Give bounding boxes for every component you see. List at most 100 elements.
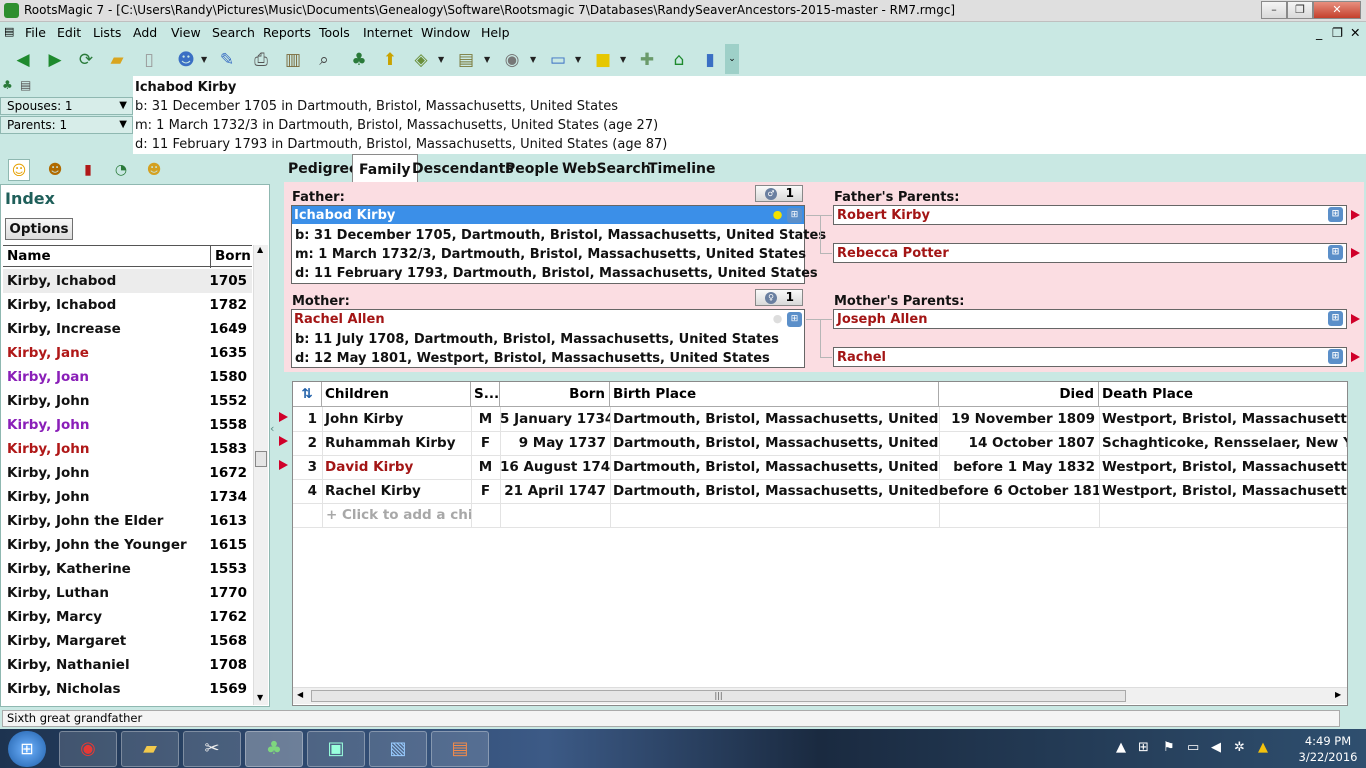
people-index-tab-icon[interactable]: ☺	[8, 159, 30, 181]
child-born-cell[interactable]: 5 January 1734	[500, 407, 610, 431]
child-death-place-cell[interactable]: Westport, Bristol, Massachusetts, United…	[1099, 407, 1347, 431]
options-button[interactable]: Options	[5, 218, 73, 240]
volume-icon[interactable]: ◀	[1211, 740, 1221, 755]
child-descendant-arrow-icon[interactable]	[279, 436, 288, 446]
index-row[interactable]: Kirby, John 1583	[3, 437, 252, 461]
child-descendant-arrow-icon[interactable]	[279, 412, 288, 422]
expand-arrow-icon[interactable]	[1351, 352, 1360, 362]
menu-view[interactable]: View	[171, 25, 201, 40]
child-name-cell[interactable]: John Kirby	[322, 407, 471, 431]
child-died-cell[interactable]: before 6 October 1818	[939, 479, 1099, 503]
child-birth-place-cell[interactable]: Dartmouth, Bristol, Massachusetts, Unite…	[610, 407, 939, 431]
tab-timeline[interactable]: Timeline	[642, 154, 722, 182]
add-person-dropdown-icon[interactable]: ▼	[201, 55, 207, 64]
index-row[interactable]: Kirby, Joan 1580	[3, 365, 252, 389]
menu-internet[interactable]: Internet	[363, 25, 413, 40]
address-dropdown-icon[interactable]: ▼	[575, 55, 581, 64]
index-row[interactable]: Kirby, Jane 1635	[3, 341, 252, 365]
scroll-right-icon[interactable]: ▶	[1335, 690, 1341, 699]
menu-file[interactable]: File	[25, 25, 46, 40]
home-person-icon[interactable]: ⟳	[73, 47, 99, 73]
family-tree-icon[interactable]: ⊞	[1328, 311, 1343, 326]
index-row[interactable]: Kirby, John 1672	[3, 461, 252, 485]
child-death-place-cell[interactable]: Westport, Bristol, Massachusetts, United…	[1099, 455, 1347, 479]
child-birth-place-cell[interactable]: Dartmouth, Bristol, Massachusetts, Unite…	[610, 479, 939, 503]
index-row[interactable]: Kirby, Katherine 1553	[3, 557, 252, 581]
open-folder-icon[interactable]: ▰	[104, 47, 130, 73]
rootsmagic-app-icon[interactable]	[4, 3, 19, 18]
child-born-cell[interactable]: 9 May 1737	[500, 431, 610, 455]
forward-arrow-icon[interactable]: ▶	[42, 47, 68, 73]
menu-search[interactable]: Search	[212, 25, 255, 40]
spouses-dropdown[interactable]: Spouses: 1 ▼	[0, 97, 133, 115]
scroll-left-icon[interactable]: ◀	[297, 690, 303, 699]
child-num-cell[interactable]: 4	[293, 479, 322, 503]
media-camera-icon[interactable]: ◉	[499, 47, 525, 73]
child-name-cell[interactable]: Rachel Kirby	[322, 479, 471, 503]
family-tree-icon[interactable]: ⊞	[787, 312, 802, 327]
edit-notes-icon[interactable]: ▤	[20, 78, 31, 92]
scrollbar-thumb[interactable]: |||	[311, 690, 1126, 702]
child-born-cell[interactable]: 21 April 1747	[500, 479, 610, 503]
index-row[interactable]: Kirby, Luthan 1770	[3, 581, 252, 605]
child-sex-cell[interactable]: F	[471, 479, 500, 503]
child-num-cell[interactable]: 1	[293, 407, 322, 431]
fathers-father-card[interactable]: Robert Kirby ⊞	[833, 205, 1347, 225]
settings-gear-icon[interactable]: ✲	[1234, 740, 1245, 755]
index-row[interactable]: Kirby, John 1734	[3, 485, 252, 509]
certificate-dropdown-icon[interactable]: ▼	[484, 55, 490, 64]
mother-spouses-button[interactable]: ♀ 1	[755, 289, 803, 306]
child-born-cell[interactable]: 16 August 1740	[500, 455, 610, 479]
index-row[interactable]: Kirby, Nathaniel 1708	[3, 653, 252, 677]
rootsmagic-taskbar-icon[interactable]: ♣	[245, 731, 303, 767]
menu-reports[interactable]: Reports	[263, 25, 311, 40]
google-drive-icon[interactable]: ▲	[1258, 740, 1268, 755]
lightbulb-icon[interactable]: ●	[772, 208, 783, 222]
child-sex-cell[interactable]: M	[471, 455, 500, 479]
groups-tab-icon[interactable]: ☻	[143, 159, 165, 181]
add-child-row[interactable]: + Click to add a child	[322, 503, 471, 527]
maximize-button[interactable]: ❐	[1287, 1, 1313, 19]
child-sex-cell[interactable]: M	[471, 407, 500, 431]
child-descendant-arrow-icon[interactable]	[279, 460, 288, 470]
close-button[interactable]: ✕	[1313, 1, 1361, 19]
column-header-birth-place[interactable]: Birth Place	[610, 382, 939, 407]
display-icon[interactable]: ▭	[1187, 740, 1199, 755]
mdi-restore-button[interactable]: ❐	[1332, 25, 1343, 40]
column-header-died[interactable]: Died	[939, 382, 1099, 407]
family-tree-icon[interactable]: ⊞	[1328, 245, 1343, 260]
windows-flag-icon[interactable]: ⊞	[1138, 740, 1149, 755]
menu-edit[interactable]: Edit	[57, 25, 81, 40]
mothers-mother-card[interactable]: Rachel ⊞	[833, 347, 1347, 367]
index-row[interactable]: Kirby, Ichabod 1782	[3, 293, 252, 317]
index-row[interactable]: Kirby, Ichabod 1705	[3, 269, 252, 293]
photo-viewer-icon[interactable]: ▧	[369, 731, 427, 767]
chrome-icon[interactable]: ◉	[59, 731, 117, 767]
family-view-icon[interactable]: ♣	[2, 78, 13, 92]
expand-arrow-icon[interactable]	[1351, 248, 1360, 258]
show-hidden-icons-icon[interactable]: ▲	[1116, 740, 1126, 755]
parents-dropdown[interactable]: Parents: 1 ▼	[0, 116, 133, 134]
child-num-cell[interactable]: 3	[293, 455, 322, 479]
child-num-cell[interactable]: 2	[293, 431, 322, 455]
index-row[interactable]: Kirby, Increase 1649	[3, 317, 252, 341]
minimize-button[interactable]: –	[1261, 1, 1287, 19]
snipping-tool-icon[interactable]: ✂	[183, 731, 241, 767]
child-died-cell[interactable]: 19 November 1809	[939, 407, 1099, 431]
families-tab-icon[interactable]: ☻	[44, 159, 66, 181]
index-row[interactable]: Kirby, Margaret 1568	[3, 629, 252, 653]
index-scrollbar[interactable]: ▲ ▼	[253, 245, 268, 705]
column-header-children[interactable]: Children	[322, 382, 471, 407]
publisher-dropdown-icon[interactable]: ▼	[438, 55, 444, 64]
back-arrow-icon[interactable]: ◀	[10, 47, 36, 73]
fathers-mother-card[interactable]: Rebecca Potter ⊞	[833, 243, 1347, 263]
scrollbar-thumb[interactable]	[255, 451, 267, 467]
collapse-chevron-icon[interactable]: ‹	[270, 422, 274, 435]
index-row[interactable]: Kirby, Nicholas 1569	[3, 677, 252, 701]
index-row[interactable]: Kirby, Marcy 1762	[3, 605, 252, 629]
column-header-born[interactable]: Born	[500, 382, 610, 407]
horizontal-scrollbar[interactable]: ◀ ||| ▶	[293, 687, 1347, 704]
windows-start-icon[interactable]: ⊞	[8, 731, 46, 767]
powerpoint-icon[interactable]: ▤	[431, 731, 489, 767]
sticky-note-icon[interactable]: ■	[590, 47, 616, 73]
